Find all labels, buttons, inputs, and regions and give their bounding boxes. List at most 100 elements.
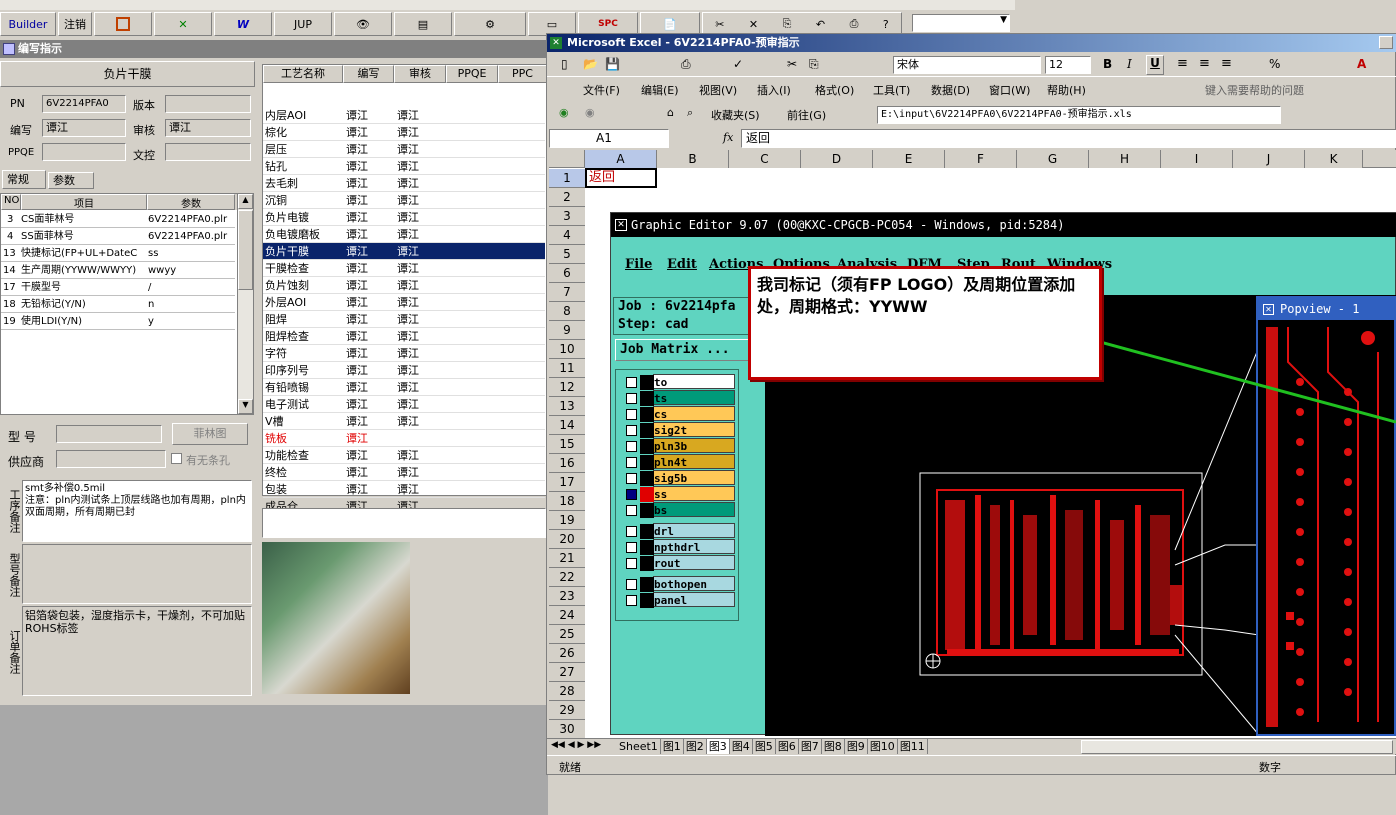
layer-checkbox[interactable] [626,489,637,500]
supplier-field[interactable] [56,450,166,468]
goto-menu[interactable]: 前往(G) [787,107,826,123]
layer-item[interactable]: drl [626,523,735,539]
select-all[interactable] [549,150,585,168]
ppt-icon[interactable] [94,12,152,36]
layer-item[interactable]: pln4t [626,454,735,470]
column-header[interactable]: J [1233,150,1305,168]
undo-icon[interactable]: ↶ [816,18,825,31]
column-header[interactable]: E [873,150,945,168]
menu-insert[interactable]: 插入(I) [757,82,791,98]
process-row[interactable]: 钻孔 谭江 谭江 [263,158,545,175]
sheet-tab[interactable]: 图8 [822,739,845,754]
menu-file[interactable]: 文件(F) [583,82,620,98]
process-row[interactable]: 包装 谭江 谭江 [263,481,545,498]
sheet-tab[interactable]: 图4 [730,739,753,754]
row-header[interactable]: 21 [549,549,585,568]
process-row[interactable]: 电子测试 谭江 谭江 [263,396,545,413]
process-row[interactable]: 负电镀磨板 谭江 谭江 [263,226,545,243]
order-note[interactable]: 铝箔袋包装，湿度指示卡，干燥剂，不可加贴ROHS标签 [22,606,252,696]
row-header[interactable]: 10 [549,340,585,359]
menu-view[interactable]: 视图(V) [699,82,737,98]
doc-control-field[interactable] [165,143,251,161]
process-row[interactable]: 干膜检查 谭江 谭江 [263,260,545,277]
layer-swatch[interactable] [640,487,654,502]
row-header[interactable]: 24 [549,606,585,625]
layer-item[interactable]: npthdrl [626,539,735,555]
copy-icon[interactable]: ⎘ [783,17,792,31]
process-row[interactable]: 功能检查 谭江 谭江 [263,447,545,464]
row-header[interactable]: 30 [549,720,585,739]
search-icon[interactable]: ⌕ [687,106,693,120]
layer-swatch[interactable] [640,593,654,608]
grid-scrollbar[interactable]: ▲ ▼ [237,194,253,414]
process-note-input[interactable] [262,508,546,538]
row-header[interactable]: 1 [549,169,585,188]
align-center-icon[interactable]: ≡ [1199,56,1210,71]
layer-item[interactable]: ss [626,486,735,502]
ged-menu-file[interactable]: File [625,257,652,272]
toolbar-combo[interactable]: ▼ [912,14,1010,32]
underline-icon[interactable]: U [1146,55,1164,75]
row-header[interactable]: 26 [549,644,585,663]
home-icon[interactable]: ⌂ [667,106,674,119]
process-row[interactable]: 外层AOI 谭江 谭江 [263,294,545,311]
layer-checkbox[interactable] [626,409,637,420]
row-header[interactable]: 9 [549,321,585,340]
italic-icon[interactable]: I [1127,57,1132,71]
cut-icon[interactable]: ✂ [715,18,724,31]
tab-scroll-icon[interactable]: ◀◀ ◀ ▶ ▶▶ [551,740,601,750]
grid-row[interactable]: 18 无铅标记(Y/N) n [1,296,235,313]
tab-general[interactable]: 常规 [2,170,46,189]
formula-input[interactable]: 返回 [741,129,1396,148]
column-header[interactable]: G [1017,150,1089,168]
sheet-tab[interactable]: 图3 [706,739,730,754]
job-matrix-button[interactable]: Job Matrix ... [615,339,761,361]
row-header[interactable]: 13 [549,397,585,416]
menu-tools[interactable]: 工具(T) [873,82,910,98]
process-row[interactable]: 层压 谭江 谭江 [263,141,545,158]
column-header[interactable]: B [657,150,729,168]
ged-menu-edit[interactable]: Edit [667,257,697,272]
print-icon[interactable]: ⎙ [681,57,691,72]
layer-swatch[interactable] [640,556,654,571]
font-color-icon[interactable]: A [1357,57,1366,71]
excel-icon[interactable]: ✕ [154,12,212,36]
spell-icon[interactable]: ✓ [733,57,743,71]
layer-item[interactable]: panel [626,592,735,608]
layer-item[interactable]: sig2t [626,422,735,438]
layer-checkbox[interactable] [626,558,637,569]
layer-checkbox[interactable] [626,473,637,484]
copy-icon[interactable]: ⎘ [809,57,819,72]
process-row[interactable]: 终检 谭江 谭江 [263,464,545,481]
row-header[interactable]: 27 [549,663,585,682]
grid-row[interactable]: 3 CS面菲林号 6V2214PFA0.plr [1,211,235,228]
column-header[interactable]: D [801,150,873,168]
layer-checkbox[interactable] [626,425,637,436]
row-header[interactable]: 29 [549,701,585,720]
process-row[interactable]: 阻焊检查 谭江 谭江 [263,328,545,345]
word-icon[interactable]: W [214,12,272,36]
close-icon[interactable]: ✕ [749,18,758,31]
sheet-tab[interactable]: 图9 [845,739,868,754]
row-header[interactable]: 8 [549,302,585,321]
address-input[interactable]: E:\input\6V2214PFA0\6V2214PFA0-预审指示.xls [877,106,1281,124]
ppqe-field[interactable] [42,143,126,161]
process-row[interactable]: 沉铜 谭江 谭江 [263,192,545,209]
layer-item[interactable]: rout [626,555,735,571]
layer-checkbox[interactable] [626,579,637,590]
layer-swatch[interactable] [640,540,654,555]
film-button[interactable]: 菲林图 [172,423,248,445]
new-icon[interactable]: ▯ [561,57,568,71]
row-header[interactable]: 14 [549,416,585,435]
sheet-tab[interactable]: 图6 [776,739,799,754]
back-icon[interactable]: ◉ [559,106,569,119]
layer-swatch[interactable] [640,391,654,406]
layer-swatch[interactable] [640,439,654,454]
cut-icon[interactable]: ✂ [787,57,797,71]
layer-item[interactable]: ts [626,390,735,406]
row-header[interactable]: 5 [549,245,585,264]
sheet-tab[interactable]: 图2 [684,739,707,754]
font-select[interactable]: 宋体 [893,56,1041,74]
layer-swatch[interactable] [640,524,654,539]
function-icon[interactable]: fx [723,131,733,144]
